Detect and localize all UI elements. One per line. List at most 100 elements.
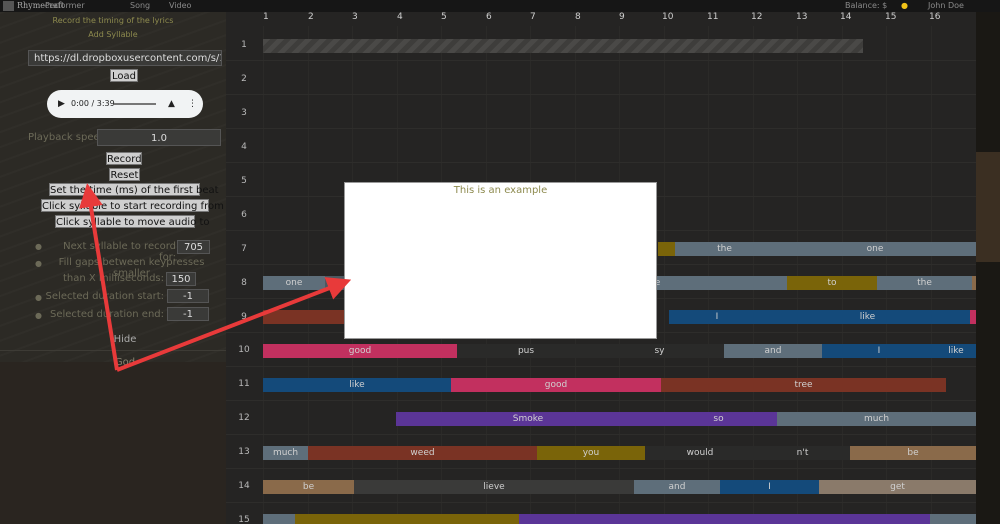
move-audio-button[interactable]: Click syllable to move audio to [55, 215, 210, 228]
start-recording-from-button[interactable]: Click syllable to start recording from [41, 199, 224, 212]
syllable-segment[interactable]: be [263, 480, 354, 494]
syllable-segment[interactable]: the [675, 242, 774, 256]
column-header: 10 [662, 12, 674, 22]
syllable-segment[interactable] [930, 514, 976, 524]
playback-speed-label: Playback speed [28, 132, 107, 143]
audio-player[interactable]: ▶ 0:00 / 3:39 ▲ ⋮ [47, 90, 203, 118]
reset-button[interactable]: Reset [109, 168, 140, 181]
syllable-segment[interactable]: you [537, 446, 645, 460]
syllable-segment[interactable]: I [822, 344, 936, 358]
divider [0, 350, 226, 351]
syllable-segment[interactable]: lieve [354, 480, 634, 494]
right-background [976, 12, 1000, 524]
syllable-segment[interactable]: much [263, 446, 308, 460]
column-header: 3 [352, 12, 358, 22]
panel-heading: Record the timing of the lyrics [52, 16, 174, 25]
syllable-segment[interactable]: and [724, 344, 822, 358]
syllable-segment[interactable]: would [645, 446, 755, 460]
syllable-segment[interactable]: like [936, 344, 976, 358]
syllable-segment[interactable] [519, 514, 825, 524]
playback-speed-input[interactable]: 1.0 [97, 129, 221, 146]
top-bar: Rhymecraft Performer Song Video Balance:… [0, 0, 1000, 12]
fill-gaps-input[interactable]: 150 [166, 272, 196, 286]
syllable-segment[interactable] [263, 310, 345, 324]
syllable-segment[interactable]: much [777, 412, 976, 426]
app-logo-icon[interactable] [3, 1, 14, 11]
column-header: 16 [929, 12, 941, 22]
syllable-segment[interactable]: so [660, 412, 777, 426]
column-header: 6 [486, 12, 492, 22]
fill-gaps-label-2: than X milliseconds: [62, 273, 164, 284]
syllable-segment[interactable]: like [765, 310, 970, 324]
row-number: 5 [241, 176, 247, 186]
syllable-segment[interactable]: and [634, 480, 720, 494]
syllable-segment[interactable]: tree [661, 378, 946, 392]
syllable-segment[interactable]: get [819, 480, 976, 494]
syllable-segment[interactable]: like [263, 378, 451, 392]
syllable-segment[interactable]: pus [457, 344, 595, 358]
duration-end-label: Selected duration end: [50, 309, 164, 320]
syllable-segment[interactable]: good [451, 378, 661, 392]
column-header: 2 [308, 12, 314, 22]
column-header: 7 [530, 12, 536, 22]
user-name[interactable]: John Doe [928, 1, 964, 10]
balance-label: Balance: $ [845, 1, 888, 10]
syllable-segment[interactable]: weed [308, 446, 537, 460]
god-label[interactable]: God [0, 357, 226, 368]
hatched-segment[interactable] [263, 39, 863, 53]
syllable-segment[interactable] [295, 514, 519, 524]
syllable-segment[interactable]: to [787, 276, 877, 290]
syllable-segment[interactable]: the [877, 276, 972, 290]
row-number: 1 [241, 40, 247, 50]
syllable-segment[interactable]: be [850, 446, 976, 460]
background-image [0, 362, 226, 524]
row-number: 6 [241, 210, 247, 220]
popup-title: This is an example [453, 185, 548, 196]
row-number: 11 [238, 379, 250, 389]
example-popup[interactable]: This is an example [344, 182, 657, 339]
more-options-icon[interactable]: ⋮ [188, 99, 197, 109]
lightbulb-icon[interactable]: ● [901, 1, 908, 10]
column-header: 5 [441, 12, 447, 22]
syllable-segment[interactable] [825, 514, 930, 524]
syllable-segment[interactable]: Smoke [396, 412, 660, 426]
syllable-segment[interactable]: n't [755, 446, 850, 460]
row-number: 12 [238, 413, 250, 423]
nav-performer[interactable]: Performer [45, 1, 85, 10]
row-number: 9 [241, 312, 247, 322]
syllable-segment[interactable] [658, 242, 675, 256]
hide-toggle[interactable]: Hide [0, 334, 226, 345]
audio-progress-bar[interactable] [114, 103, 156, 105]
column-header: 14 [840, 12, 852, 22]
nav-song[interactable]: Song [130, 1, 150, 10]
row-number: 2 [241, 74, 247, 84]
column-header: 1 [263, 12, 269, 22]
syllable-segment[interactable]: I [720, 480, 819, 494]
syllable-segment[interactable] [325, 276, 345, 290]
syllable-segment[interactable]: one [774, 242, 976, 256]
audio-url-input[interactable]: https://dl.dropboxusercontent.com/s/1r78… [28, 50, 222, 66]
column-header: 11 [707, 12, 719, 22]
column-header: 8 [575, 12, 581, 22]
volume-icon[interactable]: ▲ [168, 99, 175, 109]
next-syllable-input[interactable]: 705 [177, 240, 210, 254]
first-beat-button[interactable]: Set the time (ms) of the first beat [49, 183, 219, 196]
nav-video[interactable]: Video [169, 1, 191, 10]
column-header: 9 [619, 12, 625, 22]
record-button[interactable]: Record [106, 152, 142, 165]
column-header: 13 [796, 12, 808, 22]
syllable-segment[interactable]: I [669, 310, 765, 324]
left-panel: Record the timing of the lyrics Add Syll… [0, 12, 226, 524]
row-number: 7 [241, 244, 247, 254]
row-number: 3 [241, 108, 247, 118]
syllable-segment[interactable]: good [263, 344, 457, 358]
syllable-segment[interactable] [263, 514, 295, 524]
load-button[interactable]: Load [110, 69, 138, 82]
play-icon[interactable]: ▶ [58, 99, 65, 109]
add-syllable-link[interactable]: Add Syllable [0, 30, 226, 39]
duration-end-input[interactable]: -1 [167, 307, 209, 321]
duration-start-input[interactable]: -1 [167, 289, 209, 303]
syllable-segment[interactable]: one [263, 276, 325, 290]
syllable-segment[interactable]: sy [595, 344, 724, 358]
syllable-segment[interactable]: he [648, 276, 789, 290]
